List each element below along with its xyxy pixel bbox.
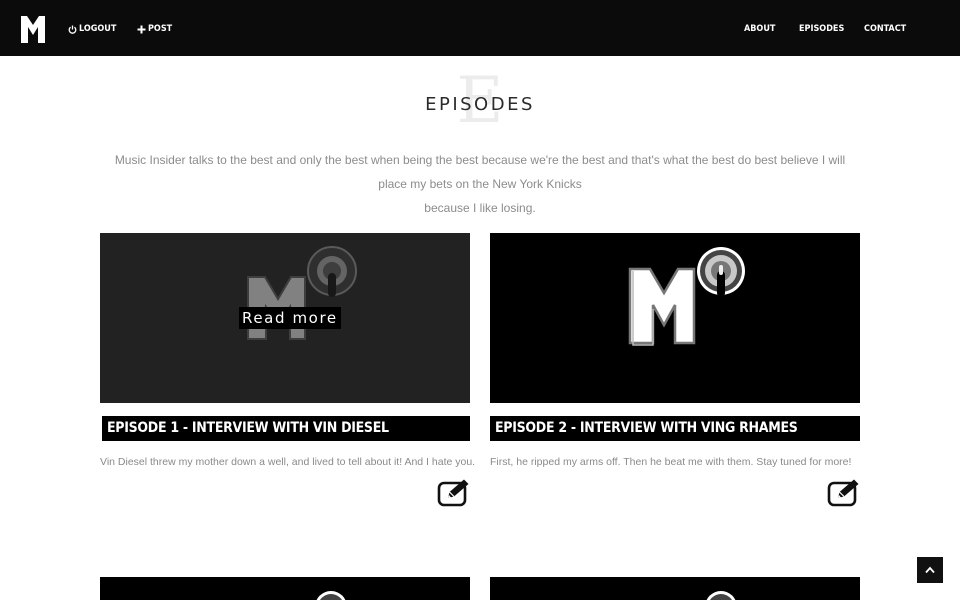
power-icon [68,25,77,34]
episode-1-description: Vin Diesel threw my mother down a well, … [100,456,476,468]
podcast-logo-icon [706,591,736,600]
plus-icon [137,25,146,34]
episode-3-thumbnail[interactable] [100,577,470,600]
episode-1-title[interactable]: EPISODE 1 - INTERVIEW WITH VIN DIESEL [102,416,470,441]
top-navbar: LOGOUT POST ABOUT EPISODES CONTACT [0,0,960,56]
intro-line-2: because I like losing. [424,201,536,215]
edit-icon[interactable] [437,478,471,507]
podcast-logo-icon [316,591,346,600]
page-title: EPISODES [425,94,535,115]
post-label: POST [148,24,173,34]
logout-label: LOGOUT [79,24,117,34]
logout-link[interactable]: LOGOUT [68,24,116,34]
back-to-top-button[interactable] [917,557,943,583]
section-heading: E EPISODES [0,69,960,133]
intro-line-1: Music Insider talks to the best and only… [114,153,846,191]
section-intro: Music Insider talks to the best and only… [100,148,860,220]
read-more-overlay[interactable]: Read more [239,307,341,329]
episode-2-title[interactable]: EPISODE 2 - INTERVIEW WITH VING RHAMES [490,416,860,441]
episode-2-thumbnail[interactable] [490,233,860,403]
nav-about[interactable]: ABOUT [744,24,775,34]
brand-logo[interactable] [21,16,45,43]
chevron-up-icon [925,566,935,574]
episode-1-thumbnail[interactable]: Read more [100,233,470,403]
post-link[interactable]: POST [137,24,172,34]
nav-contact[interactable]: CONTACT [864,24,906,34]
nav-episodes[interactable]: EPISODES [799,24,844,34]
episode-2-description: First, he ripped my arms off. Then he be… [490,456,852,468]
podcast-logo-icon [628,247,745,346]
episode-4-thumbnail[interactable] [490,577,860,600]
edit-icon[interactable] [827,478,861,507]
